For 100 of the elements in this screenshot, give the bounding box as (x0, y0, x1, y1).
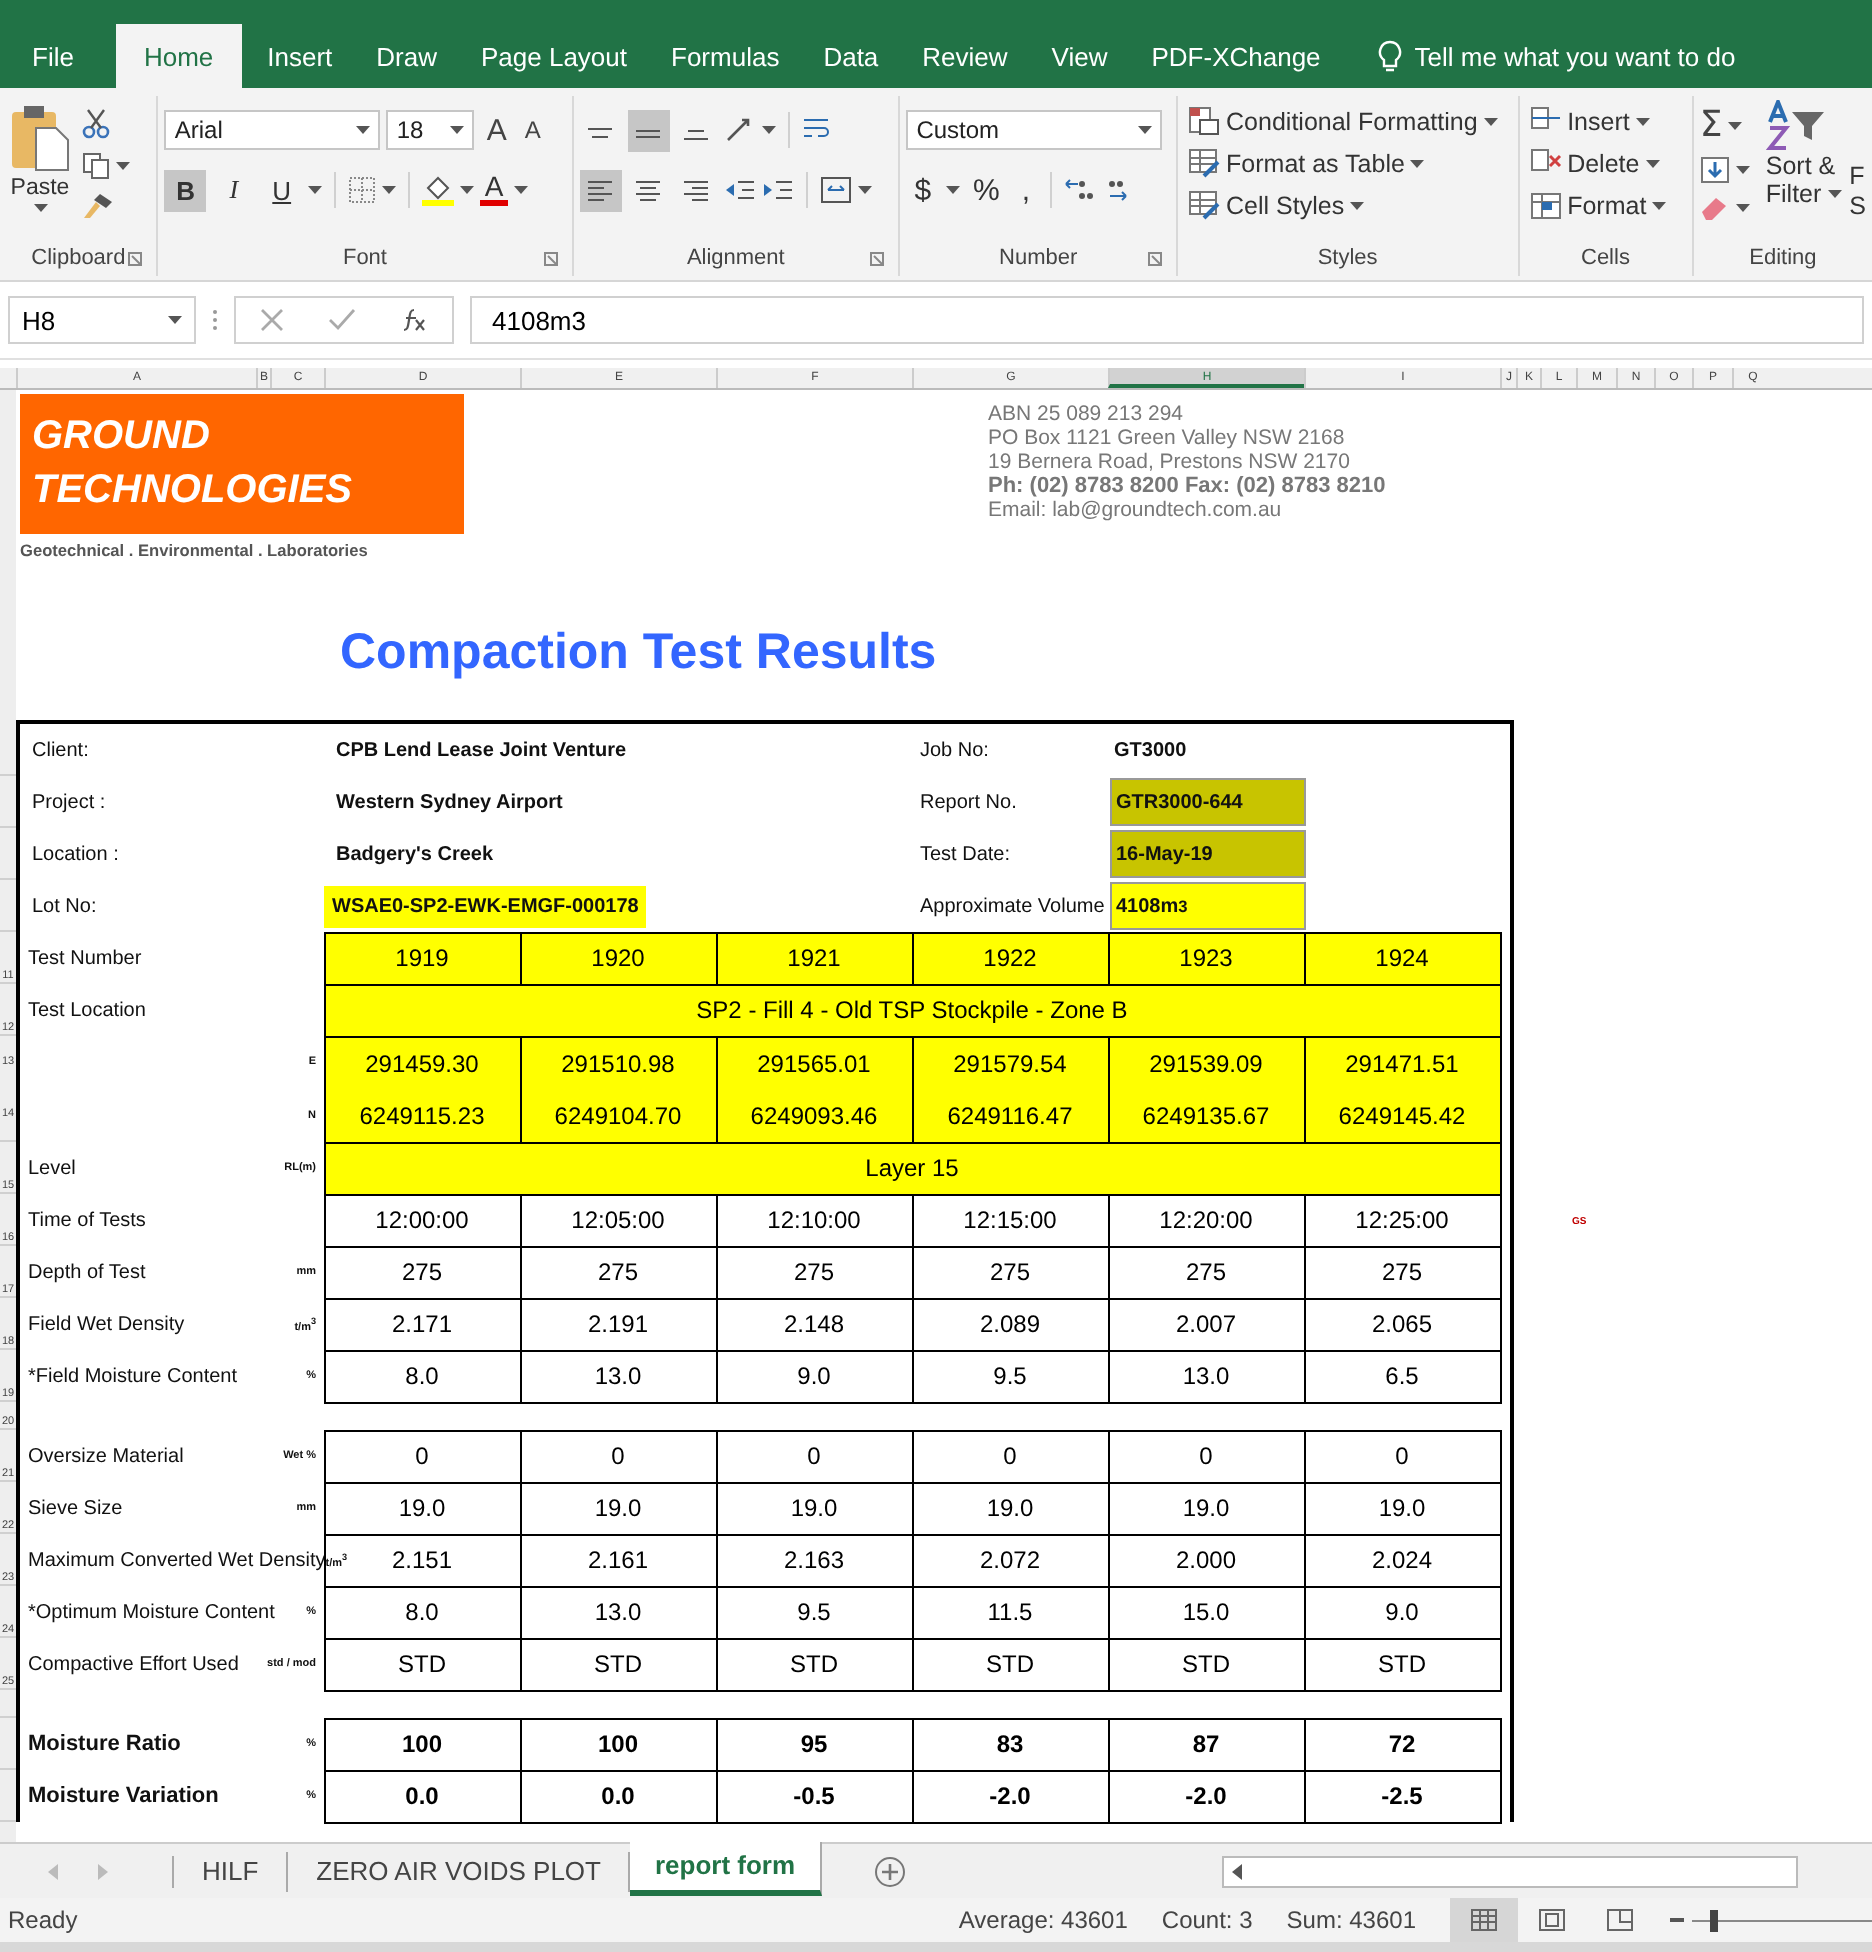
field-label: Location : (30, 843, 121, 865)
group-label: Editing (1749, 246, 1817, 270)
dialog-launcher-icon[interactable] (870, 252, 885, 266)
increase-decimal-icon[interactable] (1064, 176, 1097, 204)
format-toggle[interactable]: B (164, 169, 207, 211)
table-cell: 0.0 (323, 1769, 521, 1823)
address-line: ABN 25 089 213 294 (988, 402, 1185, 426)
percent-button[interactable]: % (965, 173, 1008, 207)
row-label: Level (28, 1157, 76, 1179)
ribbon-tab[interactable]: Formulas (653, 24, 798, 88)
tell-me-search[interactable]: Tell me what you want to do (1366, 24, 1748, 88)
caret-icon (1645, 159, 1660, 167)
ribbon-tab[interactable]: Data (805, 24, 897, 88)
sort-filter-button[interactable]: Sort & Filter (1765, 100, 1842, 208)
view-button[interactable] (1450, 1898, 1518, 1942)
cell-style-icon (1188, 190, 1221, 220)
row-label: *Optimum Moisture Content (28, 1601, 275, 1623)
autosum-button[interactable]: Σ (1699, 108, 1723, 144)
field-label: Project : (30, 791, 108, 813)
vertical-align-icon (586, 127, 615, 139)
text-align-icon (586, 175, 615, 203)
dialog-launcher-icon[interactable] (543, 252, 558, 266)
view-mode-icon (1538, 1908, 1566, 1932)
ribbon-tab[interactable]: Page Layout (463, 24, 646, 88)
copy-icon[interactable] (82, 152, 110, 180)
number-format-dropdown[interactable]: Custom (906, 110, 1163, 150)
group-label: Styles (1317, 246, 1378, 270)
ribbon-tab[interactable]: File (0, 24, 92, 88)
font-color-button[interactable]: A (480, 174, 508, 206)
sheet-tab[interactable]: report form (630, 1841, 822, 1895)
row-label: Field Wet Density (28, 1313, 185, 1335)
caret-icon (1728, 122, 1743, 130)
table-cell: 8.0 (323, 1349, 521, 1403)
cut-off-label: S (1849, 192, 1866, 220)
ribbon-tab[interactable]: Draw (358, 24, 455, 88)
caret-icon (513, 186, 528, 194)
add-sheet-icon[interactable] (873, 1855, 906, 1887)
merge-cells-icon[interactable] (819, 176, 852, 204)
ribbon-button[interactable]: Insert (1525, 102, 1654, 140)
text-align-icon (682, 175, 711, 203)
caret-icon (1138, 126, 1153, 134)
ribbon-tab[interactable]: PDF-XChange (1133, 24, 1339, 88)
ribbon-button[interactable]: Delete (1525, 144, 1664, 182)
name-box[interactable]: H8 (8, 296, 196, 344)
font-size-dropdown[interactable]: 18 (386, 110, 475, 150)
ribbon-button[interactable]: Format (1525, 186, 1671, 224)
borders-icon[interactable] (348, 176, 377, 204)
row-label: Oversize Material (28, 1445, 184, 1467)
scroll-left-icon[interactable] (1231, 1863, 1244, 1879)
horizontal-align-button[interactable] (579, 169, 622, 211)
view-mode-icon (1606, 1908, 1634, 1932)
clipboard-icon (10, 104, 70, 172)
insert-function-icon[interactable] (400, 308, 428, 332)
address-line: Email: lab@groundtech.com.au (988, 498, 1284, 522)
field-label: Report No. (920, 791, 1019, 813)
field-label: Job No: (920, 739, 991, 761)
paste-button[interactable]: Paste (6, 100, 74, 216)
increase-indent-icon[interactable] (761, 176, 794, 204)
vertical-align-icon (682, 127, 711, 139)
caret-icon (308, 186, 323, 194)
dialog-launcher-icon[interactable] (1148, 252, 1163, 266)
row-label: Sieve Size (28, 1497, 123, 1519)
ribbon-tab[interactable]: Review (904, 24, 1026, 88)
row-label: Compactive Effort Used (28, 1653, 239, 1675)
currency-button[interactable]: $ (906, 173, 940, 207)
row-label: Time of Tests (28, 1209, 146, 1231)
table-cell: 6.5 (1303, 1349, 1501, 1403)
scissors-icon[interactable] (82, 108, 110, 140)
fill-color-icon[interactable] (422, 174, 455, 206)
ribbon-button[interactable]: Cell Styles (1184, 186, 1369, 224)
horizontal-scrollbar[interactable] (1221, 1855, 1798, 1887)
fill-down-icon[interactable] (1699, 156, 1730, 184)
decrease-font-size-button[interactable]: A (518, 116, 547, 144)
caret-icon (1350, 201, 1365, 209)
caret-icon (1410, 159, 1425, 167)
row-label: Test Number (28, 947, 142, 969)
table-cell: -2.5 (1303, 1769, 1501, 1823)
sheet-tab[interactable]: HILF (174, 1851, 289, 1891)
field-value: Western Sydney Airport (334, 789, 565, 817)
row-label: Moisture Ratio (28, 1732, 181, 1756)
table-cell: 72 (1303, 1717, 1501, 1771)
comma-style-button[interactable]: , (1013, 173, 1039, 207)
vertical-align-icon (634, 127, 663, 139)
ribbon-tab[interactable]: View (1033, 24, 1126, 88)
font-name-dropdown[interactable]: Arial (164, 110, 381, 150)
ribbon-button[interactable]: Format as Table (1184, 144, 1429, 182)
lightbulb-icon (1378, 40, 1403, 72)
dialog-launcher-icon[interactable] (128, 252, 143, 266)
format-painter-icon[interactable] (82, 192, 114, 220)
decrease-indent-icon[interactable] (723, 176, 756, 204)
increase-font-size-button[interactable]: A (480, 113, 513, 147)
ribbon-tab[interactable]: Insert (249, 24, 351, 88)
format-toggle[interactable]: I (212, 169, 255, 211)
caret-icon (1635, 117, 1650, 125)
format-toggle[interactable]: U (260, 169, 303, 211)
formula-input[interactable]: 4108m3 (470, 296, 1864, 344)
ribbon-button[interactable]: Conditional Formatting (1184, 102, 1502, 140)
vertical-align-button[interactable] (627, 109, 670, 151)
ribbon-tab[interactable]: Home (115, 24, 242, 88)
text-align-icon (634, 175, 663, 203)
